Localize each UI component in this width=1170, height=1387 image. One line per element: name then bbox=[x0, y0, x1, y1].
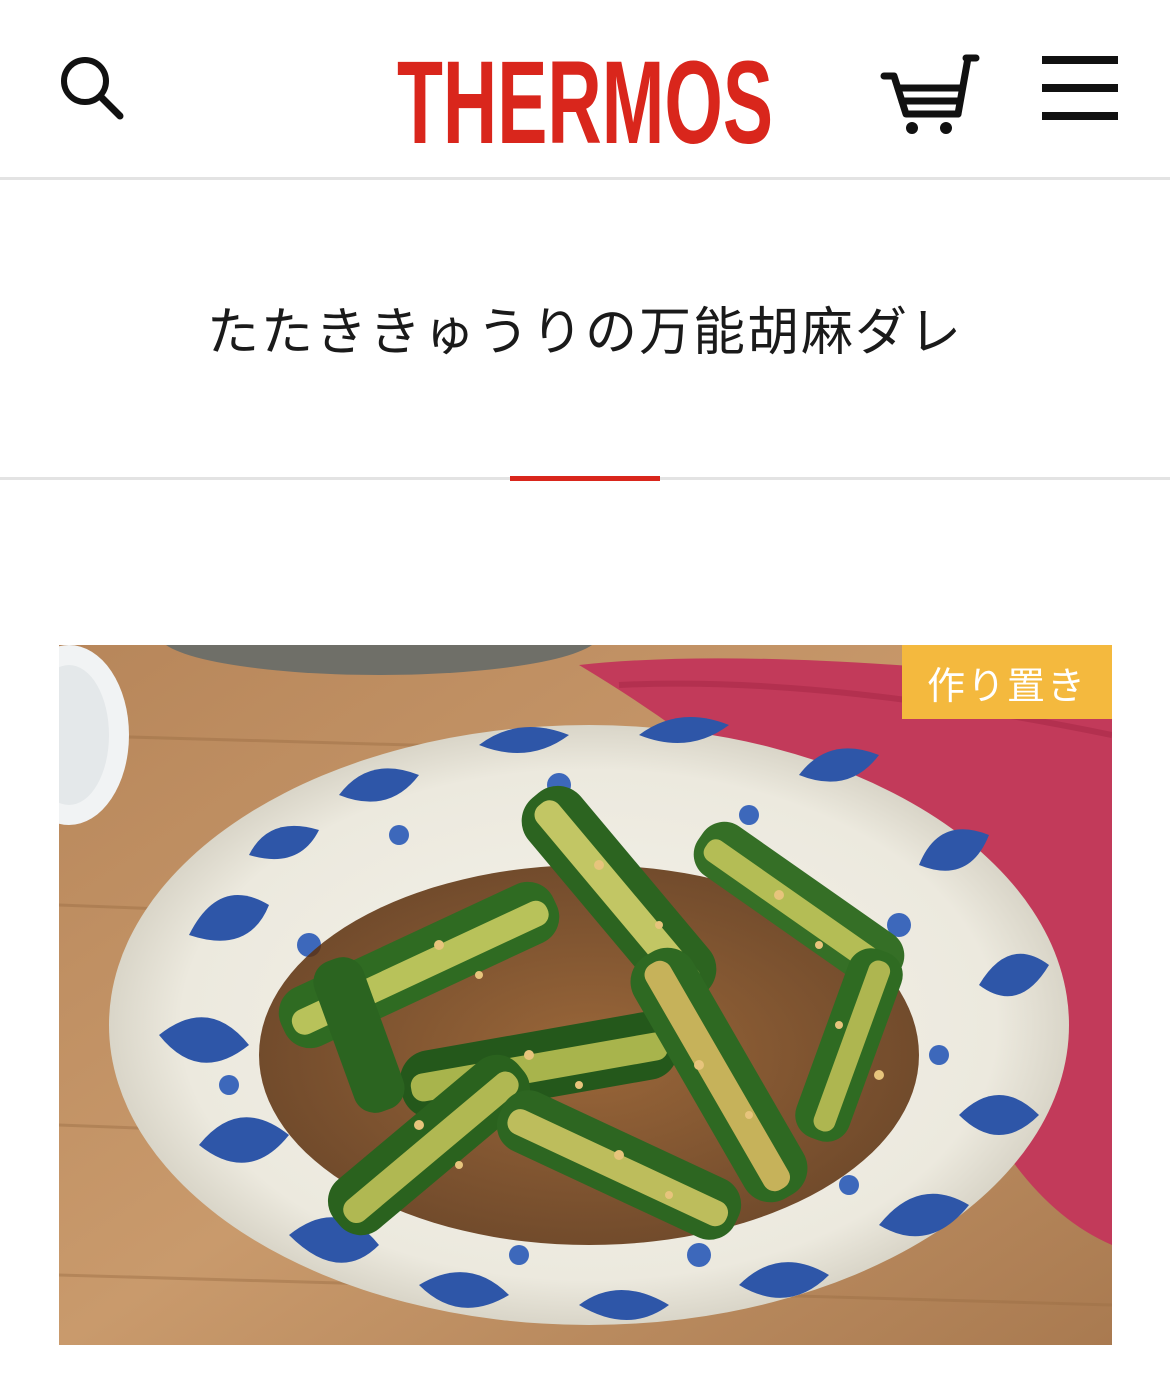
cart-icon bbox=[880, 54, 980, 134]
search-button[interactable] bbox=[56, 52, 126, 122]
page-title: たたききゅうりの万能胡麻ダレ bbox=[206, 303, 963, 363]
menu-button[interactable] bbox=[1040, 52, 1122, 124]
brand-logo: THERMOS bbox=[397, 37, 773, 155]
search-icon bbox=[61, 57, 124, 120]
recipe-photo: 作り置き bbox=[59, 645, 1112, 1345]
title-accent-bar bbox=[510, 476, 660, 481]
cart-button[interactable] bbox=[880, 48, 980, 138]
category-badge[interactable]: 作り置き bbox=[902, 645, 1112, 719]
recipe-title-section: たたききゅうりの万能胡麻ダレ bbox=[0, 180, 1170, 480]
thermos-logo[interactable]: THERMOS bbox=[380, 30, 790, 160]
site-header: THERMOS bbox=[0, 0, 1170, 180]
hamburger-menu-icon bbox=[1042, 56, 1118, 120]
cucumber-dish-image bbox=[59, 645, 1112, 1345]
brand-name: THERMOS bbox=[397, 37, 773, 155]
recipe-page: THERMOS たたききゅうりの万能胡麻ダレ 作り置き bbox=[0, 0, 1170, 1387]
